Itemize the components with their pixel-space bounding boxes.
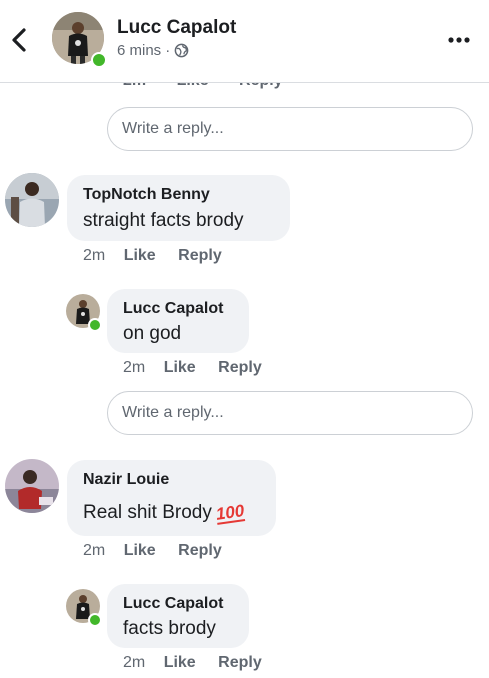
avatar[interactable] bbox=[5, 459, 59, 513]
comment-time: 2m bbox=[123, 359, 146, 376]
online-status-dot bbox=[88, 318, 102, 332]
comment-actions: 2m Like Reply bbox=[83, 542, 240, 560]
reply-author[interactable]: Lucc Capalot bbox=[123, 299, 235, 319]
reply-actions: 2m Like Reply bbox=[123, 359, 280, 377]
reply-button[interactable]: Reply bbox=[178, 542, 222, 559]
reply-bubble: Lucc Capalot on god bbox=[107, 289, 249, 353]
comment-time: 2m bbox=[83, 247, 106, 264]
reply-input[interactable] bbox=[107, 107, 473, 151]
reply-actions: 2m Like Reply bbox=[123, 654, 280, 672]
comment-bubble: Nazir Louie Real shit Brody 100 bbox=[67, 460, 276, 536]
like-button[interactable]: Like bbox=[164, 359, 196, 376]
comment-actions: 2m Like Reply bbox=[83, 247, 240, 265]
reply-button[interactable]: Reply bbox=[218, 359, 262, 376]
post-time[interactable]: 6 mins bbox=[117, 42, 161, 59]
post-meta: 6 mins · bbox=[117, 42, 189, 59]
back-arrow-icon bbox=[12, 28, 26, 52]
comment-text: Real shit Brody bbox=[83, 502, 212, 523]
comment-author[interactable]: TopNotch Benny bbox=[83, 185, 276, 205]
like-button[interactable]: Like bbox=[124, 247, 156, 264]
reply-button[interactable]: Reply bbox=[178, 247, 222, 264]
meta-separator: · bbox=[165, 42, 171, 59]
more-options-button[interactable] bbox=[446, 30, 472, 50]
comment-time: 2m bbox=[83, 542, 106, 559]
comment-time: 2m bbox=[123, 654, 146, 671]
hundred-points-icon: 100 bbox=[214, 501, 246, 525]
like-button[interactable]: Like bbox=[164, 654, 196, 671]
online-status-dot bbox=[91, 52, 107, 68]
more-options-icon bbox=[448, 37, 470, 43]
reply-button[interactable]: Reply bbox=[218, 654, 262, 671]
back-button[interactable] bbox=[8, 26, 32, 54]
comment-text: straight facts brody bbox=[83, 210, 244, 231]
reply-author[interactable]: Lucc Capalot bbox=[123, 594, 235, 614]
reply-text: on god bbox=[123, 323, 182, 344]
reply-input[interactable] bbox=[107, 391, 473, 435]
comment-text-line: Real shit Brody 100 bbox=[83, 500, 262, 526]
reply-bubble: Lucc Capalot facts brody bbox=[107, 584, 249, 648]
comment-author[interactable]: Nazir Louie bbox=[83, 470, 262, 490]
avatar[interactable] bbox=[5, 173, 59, 227]
online-status-dot bbox=[88, 613, 102, 627]
globe-icon bbox=[174, 43, 189, 58]
reply-text: facts brody bbox=[123, 618, 216, 639]
comment-bubble: TopNotch Benny straight facts brody bbox=[67, 175, 290, 241]
like-button[interactable]: Like bbox=[124, 542, 156, 559]
header-name[interactable]: Lucc Capalot bbox=[117, 17, 236, 39]
post-header: Lucc Capalot 6 mins · bbox=[0, 0, 489, 83]
